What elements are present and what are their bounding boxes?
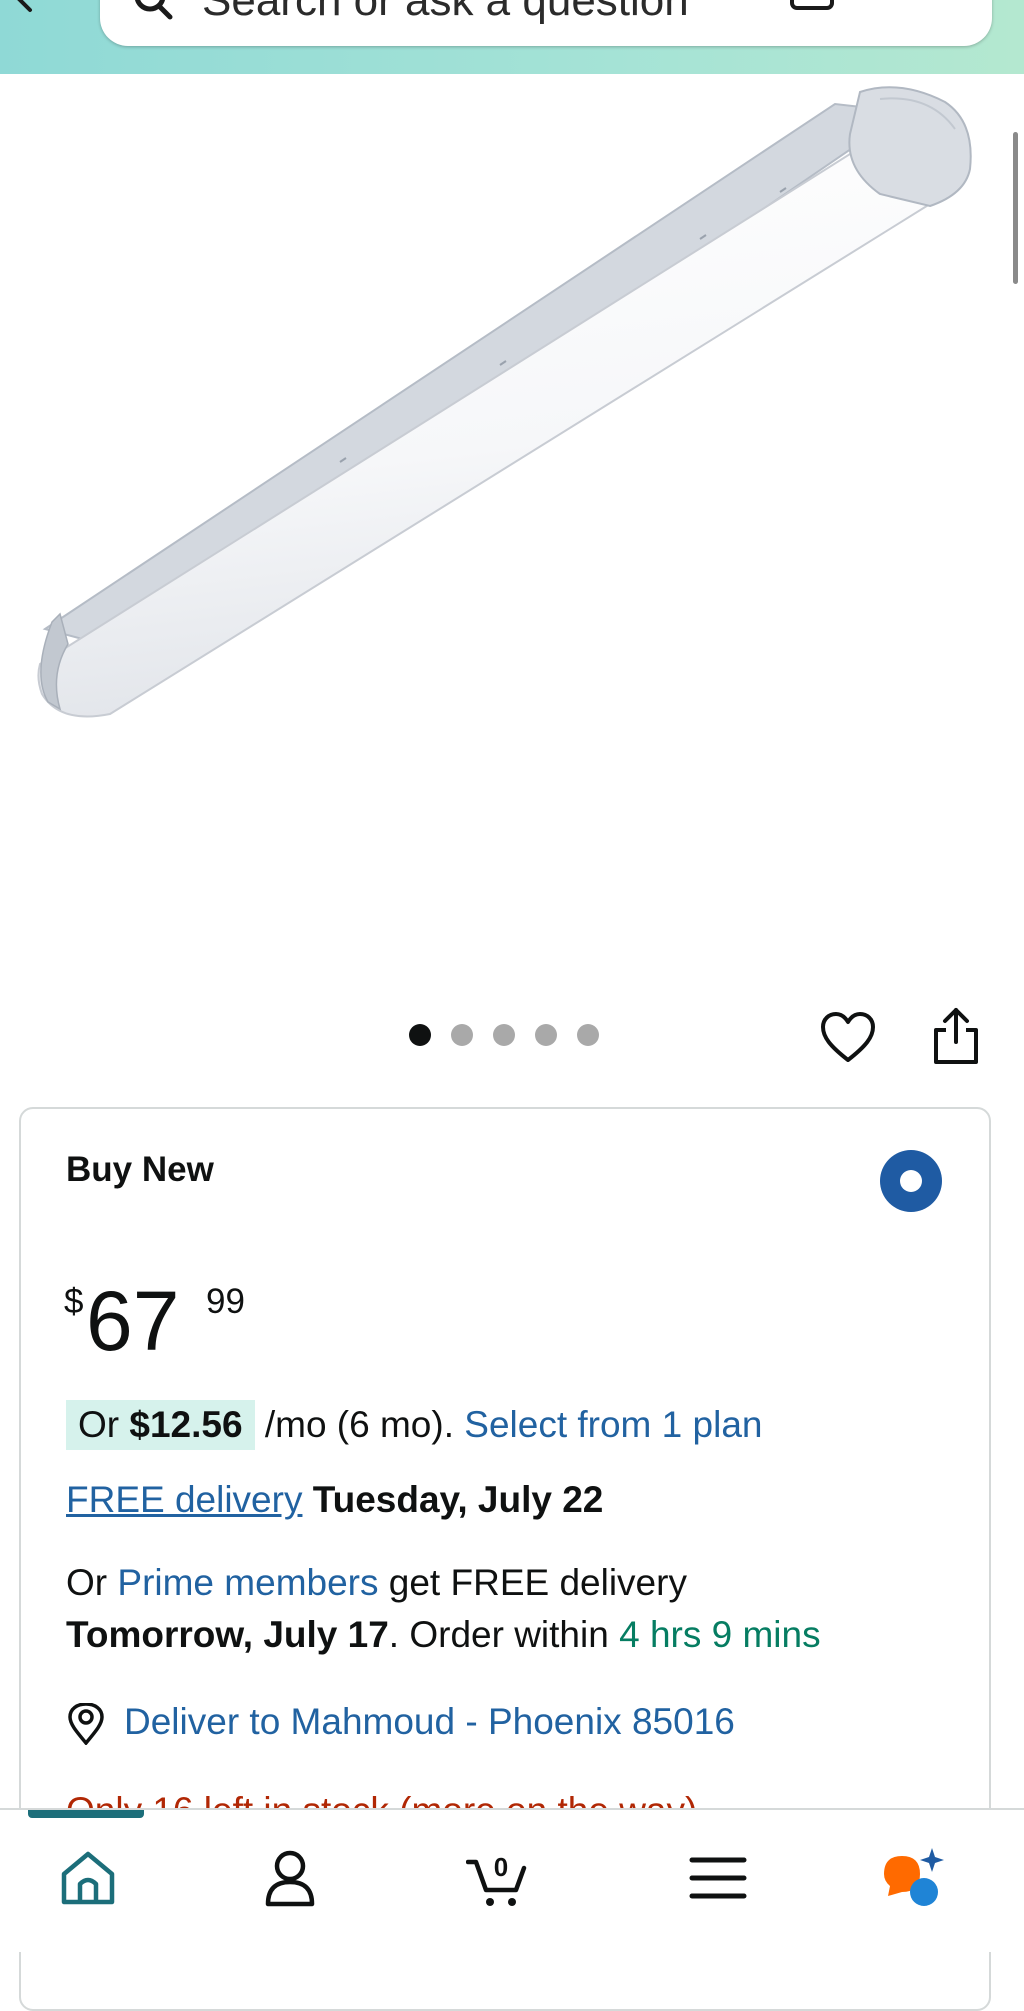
deliver-to-label[interactable]: Deliver to Mahmoud - Phoenix 85016 [124, 1697, 735, 1747]
share-icon[interactable] [928, 1006, 984, 1066]
price-fraction: 99 [206, 1282, 245, 1321]
search-bar[interactable]: Search or ask a question [100, 0, 992, 46]
heart-icon[interactable] [820, 1012, 876, 1064]
price-whole: 67 [86, 1274, 180, 1368]
prime-delivery-line-1: Or Prime members get FREE delivery [66, 1558, 687, 1608]
chevron-left-icon[interactable] [2, 0, 42, 14]
prime-delivery-line-2: Tomorrow, July 17. Order within 4 hrs 9 … [66, 1610, 821, 1660]
carousel-dot[interactable] [409, 1024, 431, 1046]
installment-terms: /mo (6 mo). [254, 1404, 465, 1445]
prime-prefix: Or [66, 1562, 118, 1603]
installment-highlight: Or $12.56 [66, 1400, 255, 1450]
cart-icon[interactable]: 0 [466, 1846, 530, 1910]
search-icon [135, 0, 173, 20]
free-delivery-link[interactable]: FREE delivery [66, 1479, 302, 1520]
bottom-navigation: 0 [0, 1808, 1024, 1952]
prime-members-link[interactable]: Prime members [117, 1562, 378, 1603]
carousel-dot[interactable] [493, 1024, 515, 1046]
nav-active-indicator [28, 1810, 144, 1818]
top-header: Search or ask a question [0, 0, 1024, 74]
prime-delivery-date: Tomorrow, July 17 [66, 1614, 389, 1655]
camera-icon[interactable] [788, 0, 836, 20]
menu-icon[interactable] [686, 1846, 750, 1910]
delivery-info: FREE delivery Tuesday, July 22 [66, 1475, 603, 1525]
installment-prefix: Or [78, 1404, 130, 1445]
product-image[interactable] [0, 74, 1024, 954]
carousel-dot[interactable] [535, 1024, 557, 1046]
buy-new-label: Buy New [66, 1150, 214, 1189]
installment-amount: $12.56 [129, 1404, 243, 1445]
rufus-icon[interactable] [880, 1846, 944, 1910]
prime-suffix: get FREE delivery [378, 1562, 687, 1603]
order-countdown: 4 hrs 9 mins [619, 1614, 821, 1655]
order-within-label: . Order within [388, 1614, 620, 1655]
cart-count: 0 [494, 1852, 508, 1882]
home-icon[interactable] [56, 1846, 120, 1910]
user-icon[interactable] [258, 1846, 322, 1910]
carousel-dot[interactable] [577, 1024, 599, 1046]
buy-new-radio[interactable] [880, 1150, 942, 1212]
carousel-dot[interactable] [451, 1024, 473, 1046]
location-pin-icon [68, 1703, 104, 1745]
select-plan-link[interactable]: Select from 1 plan [464, 1404, 762, 1445]
microphone-icon[interactable] [910, 0, 960, 20]
installment-offer: Or $12.56 /mo (6 mo). Select from 1 plan [66, 1400, 762, 1450]
price-currency-symbol: $ [64, 1282, 84, 1321]
radio-selected-indicator [900, 1170, 922, 1192]
page-scrollbar[interactable] [1013, 132, 1018, 284]
delivery-date: Tuesday, July 22 [312, 1479, 604, 1520]
